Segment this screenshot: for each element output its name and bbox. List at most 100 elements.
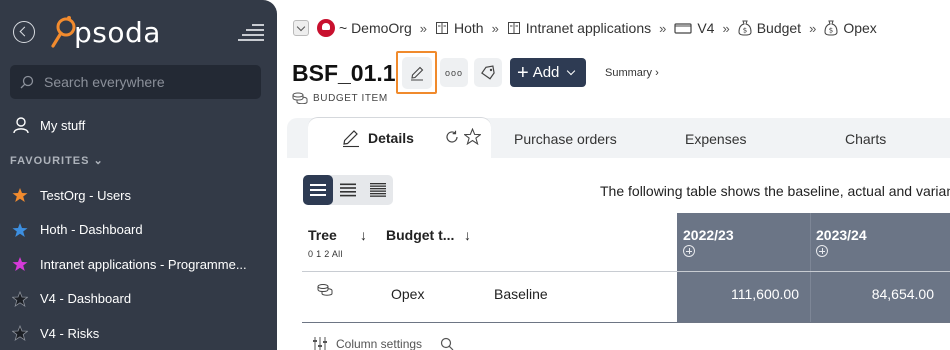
favourite-item[interactable]: Intranet applications - Programme... xyxy=(12,247,267,282)
tab-details-label-group[interactable]: Details xyxy=(341,128,414,148)
breadcrumb-separator: » xyxy=(491,20,499,36)
list-icon xyxy=(340,183,356,197)
favourite-label: Intranet applications - Programme... xyxy=(40,256,247,272)
star-icon xyxy=(12,325,28,342)
breadcrumb-item[interactable]: Intranet applications xyxy=(507,20,651,36)
tag-button[interactable] xyxy=(474,58,502,87)
svg-text:$: $ xyxy=(742,27,746,35)
view-density-toggle xyxy=(303,175,393,205)
coins-icon xyxy=(317,284,333,296)
edit-button[interactable] xyxy=(396,51,437,94)
tag-icon xyxy=(481,64,495,80)
medium-view-button[interactable] xyxy=(333,175,363,205)
money-bag-icon: $ xyxy=(738,20,752,36)
search-input[interactable] xyxy=(44,74,244,90)
ellipsis-icon: ooo xyxy=(444,67,464,78)
year-header[interactable]: 2023/24 xyxy=(816,227,867,243)
tab-expenses[interactable]: Expenses xyxy=(685,131,746,147)
favourite-item[interactable]: TestOrg - Users xyxy=(12,178,267,213)
breadcrumb-label: Opex xyxy=(843,20,877,36)
divider xyxy=(302,271,950,272)
search-box[interactable] xyxy=(10,65,261,99)
breadcrumb-item[interactable]: ~ DemoOrg xyxy=(317,19,412,37)
chevron-down-icon xyxy=(567,66,576,76)
table-description: The following table shows the baseline, … xyxy=(600,183,950,199)
money-bag-icon: $ xyxy=(824,20,838,36)
user-icon xyxy=(13,117,29,134)
tab-charts[interactable]: Charts xyxy=(845,131,886,147)
dense-view-button[interactable] xyxy=(363,175,393,205)
book-icon xyxy=(507,22,520,34)
row-value: 84,654.00 xyxy=(871,286,934,302)
expand-plus-icon[interactable] xyxy=(816,245,828,257)
breadcrumb-item[interactable]: $ Opex xyxy=(824,20,877,36)
col-header-tree[interactable]: Tree xyxy=(308,227,337,243)
breadcrumb-separator: » xyxy=(659,20,667,36)
row-value: 111,600.00 xyxy=(731,286,799,302)
tab-purchase-orders[interactable]: Purchase orders xyxy=(514,131,617,147)
favourite-item[interactable]: Hoth - Dashboard xyxy=(12,213,267,248)
summary-link[interactable]: Summary › xyxy=(605,67,659,79)
logo-text: psoda xyxy=(74,15,161,49)
item-type: BUDGET ITEM xyxy=(292,92,388,104)
back-icon[interactable] xyxy=(13,21,35,43)
tab-details-label: Details xyxy=(368,130,414,146)
list-icon xyxy=(310,184,326,196)
plus-icon: + xyxy=(517,61,529,84)
row-name[interactable]: Opex xyxy=(391,286,424,302)
compact-view-button[interactable] xyxy=(303,175,333,205)
my-stuff-link[interactable]: My stuff xyxy=(12,116,85,134)
favourites-heading-label: FAVOURITES xyxy=(10,155,90,167)
breadcrumb: ~ DemoOrg » Hoth » Intranet applications… xyxy=(293,19,877,37)
star-icon xyxy=(12,290,28,307)
breadcrumb-item[interactable]: V4 xyxy=(674,20,714,36)
favourites-list: TestOrg - Users Hoth - Dashboard Intrane… xyxy=(12,178,267,350)
collapse-menu-icon[interactable] xyxy=(238,22,264,42)
star-icon xyxy=(12,188,28,203)
logo[interactable]: psoda xyxy=(50,12,161,52)
more-options-button[interactable]: ooo xyxy=(440,58,468,87)
breadcrumb-separator: » xyxy=(809,20,817,36)
list-icon xyxy=(370,183,386,197)
breadcrumb-item[interactable]: Hoth xyxy=(435,20,484,36)
column-settings-button[interactable]: Column settings xyxy=(312,337,454,350)
coins-icon xyxy=(292,92,308,104)
favourite-item[interactable]: V4 - Risks xyxy=(12,316,267,350)
sort-arrow-icon[interactable]: ↓ xyxy=(360,227,367,243)
favourites-heading[interactable]: FAVOURITES ⌄ xyxy=(10,154,104,167)
sort-arrow-icon[interactable]: ↓ xyxy=(464,227,471,243)
search-icon[interactable] xyxy=(440,337,454,350)
org-logo-icon xyxy=(317,19,335,37)
divider xyxy=(302,322,950,323)
row-budget-type: Baseline xyxy=(494,286,548,302)
breadcrumb-label: Intranet applications xyxy=(525,20,652,36)
star-outline-icon[interactable] xyxy=(464,128,481,145)
breadcrumb-dropdown-icon[interactable] xyxy=(293,20,309,36)
refresh-icon[interactable] xyxy=(445,130,459,144)
tree-level-selector[interactable]: 0 1 2 All xyxy=(308,249,343,259)
breadcrumb-label: Budget xyxy=(756,20,802,36)
breadcrumb-separator: » xyxy=(722,20,730,36)
folder-icon xyxy=(674,23,692,34)
sidebar: psoda My stuff FAVOURITES ⌄ TestOrg - Us… xyxy=(0,0,277,350)
add-button[interactable]: + Add xyxy=(510,58,586,87)
favourite-label: V4 - Risks xyxy=(40,325,100,341)
search-icon xyxy=(20,75,34,89)
column-settings-label: Column settings xyxy=(336,337,423,350)
budget-table: Tree ↓ 0 1 2 All Budget t... ↓ 2022/23 2… xyxy=(302,213,950,323)
breadcrumb-label: Hoth xyxy=(453,20,484,36)
expand-plus-icon[interactable] xyxy=(683,245,695,257)
my-stuff-label: My stuff xyxy=(40,117,86,133)
book-icon xyxy=(435,22,448,34)
col-header-budget-type[interactable]: Budget t... xyxy=(386,227,454,243)
favourite-label: Hoth - Dashboard xyxy=(40,222,143,238)
pencil-icon xyxy=(343,130,359,148)
item-type-label: BUDGET ITEM xyxy=(313,92,388,104)
breadcrumb-separator: » xyxy=(419,20,427,36)
breadcrumb-label: ~ DemoOrg xyxy=(339,20,412,36)
breadcrumb-item[interactable]: $ Budget xyxy=(738,20,801,36)
favourite-item[interactable]: V4 - Dashboard xyxy=(12,282,267,317)
year-header[interactable]: 2022/23 xyxy=(683,227,734,243)
favourite-label: TestOrg - Users xyxy=(40,187,132,203)
pencil-icon xyxy=(410,66,423,80)
